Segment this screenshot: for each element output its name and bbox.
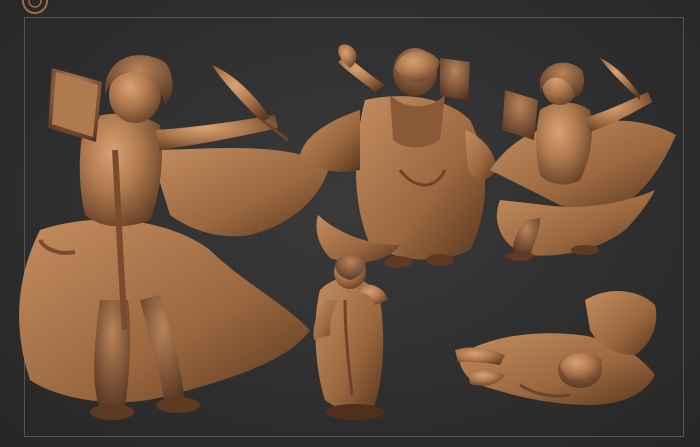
- mage-front-small: [490, 58, 676, 261]
- sculpt-stage: [19, 44, 676, 420]
- mage-top-view: [455, 290, 657, 405]
- mage-side-view: [313, 254, 388, 420]
- render-viewport: [0, 0, 700, 447]
- mage-front-large: [19, 55, 330, 420]
- mage-back-view: [300, 44, 497, 268]
